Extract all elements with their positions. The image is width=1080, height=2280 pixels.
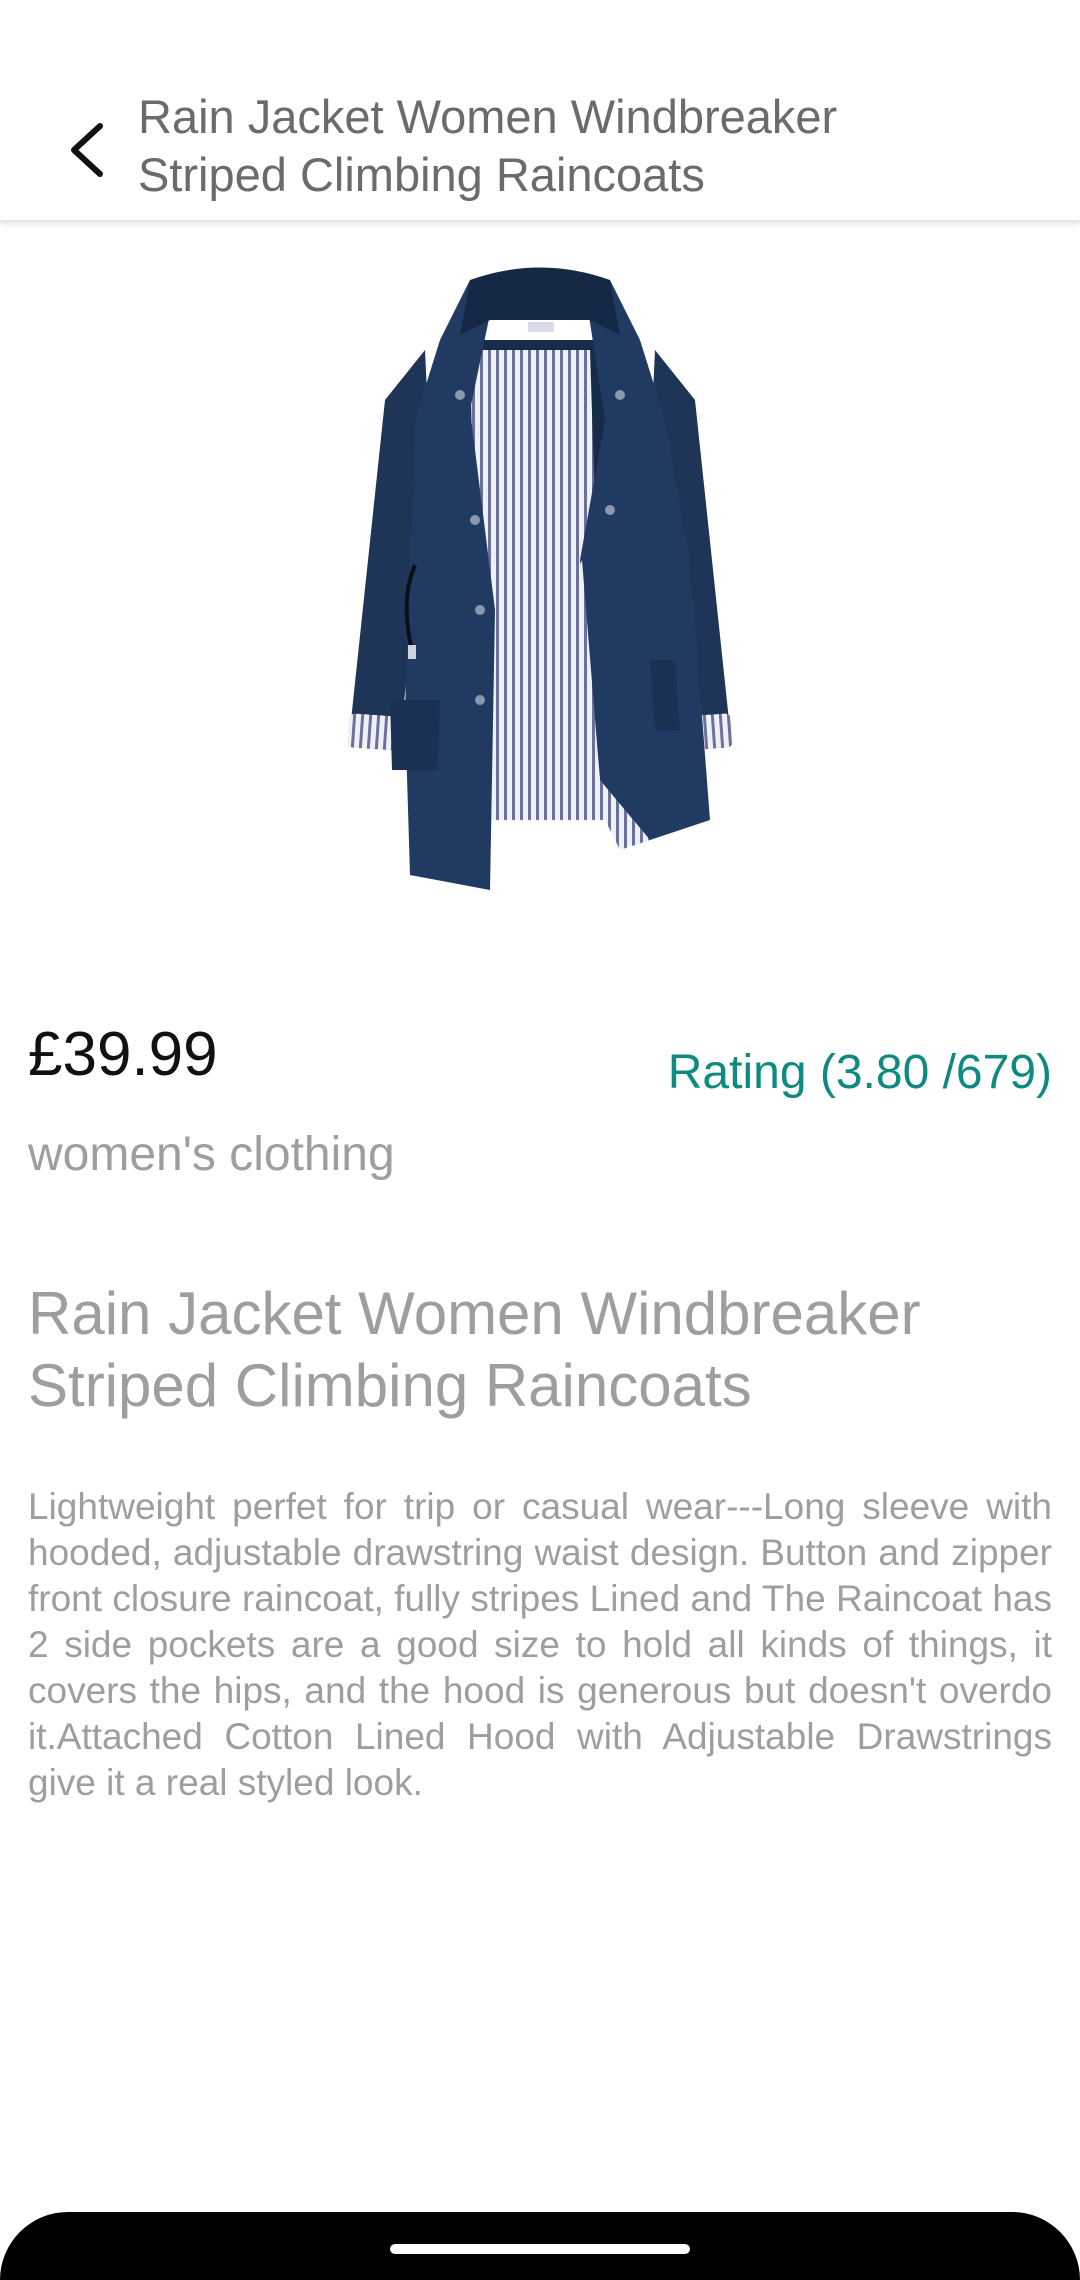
product-title: Rain Jacket Women Windbreaker Striped Cl… — [28, 1280, 921, 1419]
app-bar-title: Rain Jacket Women Windbreaker Striped Cl… — [138, 90, 838, 201]
app-bar: Rain Jacket Women Windbreaker Striped Cl… — [0, 72, 1080, 222]
product-rating: Rating (3.80 /679) — [667, 1046, 1052, 1099]
product-image — [320, 260, 760, 910]
product-description: Lightweight perfet for trip or casual we… — [28, 1486, 1052, 1803]
product-price: £39.99 — [28, 1020, 218, 1089]
chevron-left-icon — [71, 123, 103, 177]
product-detail-screen: Rain Jacket Women Windbreaker Striped Cl… — [0, 0, 1080, 2280]
home-indicator[interactable] — [390, 2244, 690, 2254]
product-category: women's clothing — [28, 1128, 395, 1181]
back-button[interactable] — [40, 102, 136, 198]
jacket-illustration — [347, 267, 733, 890]
system-navigation-bar — [0, 2212, 1080, 2280]
status-bar — [0, 0, 1080, 72]
